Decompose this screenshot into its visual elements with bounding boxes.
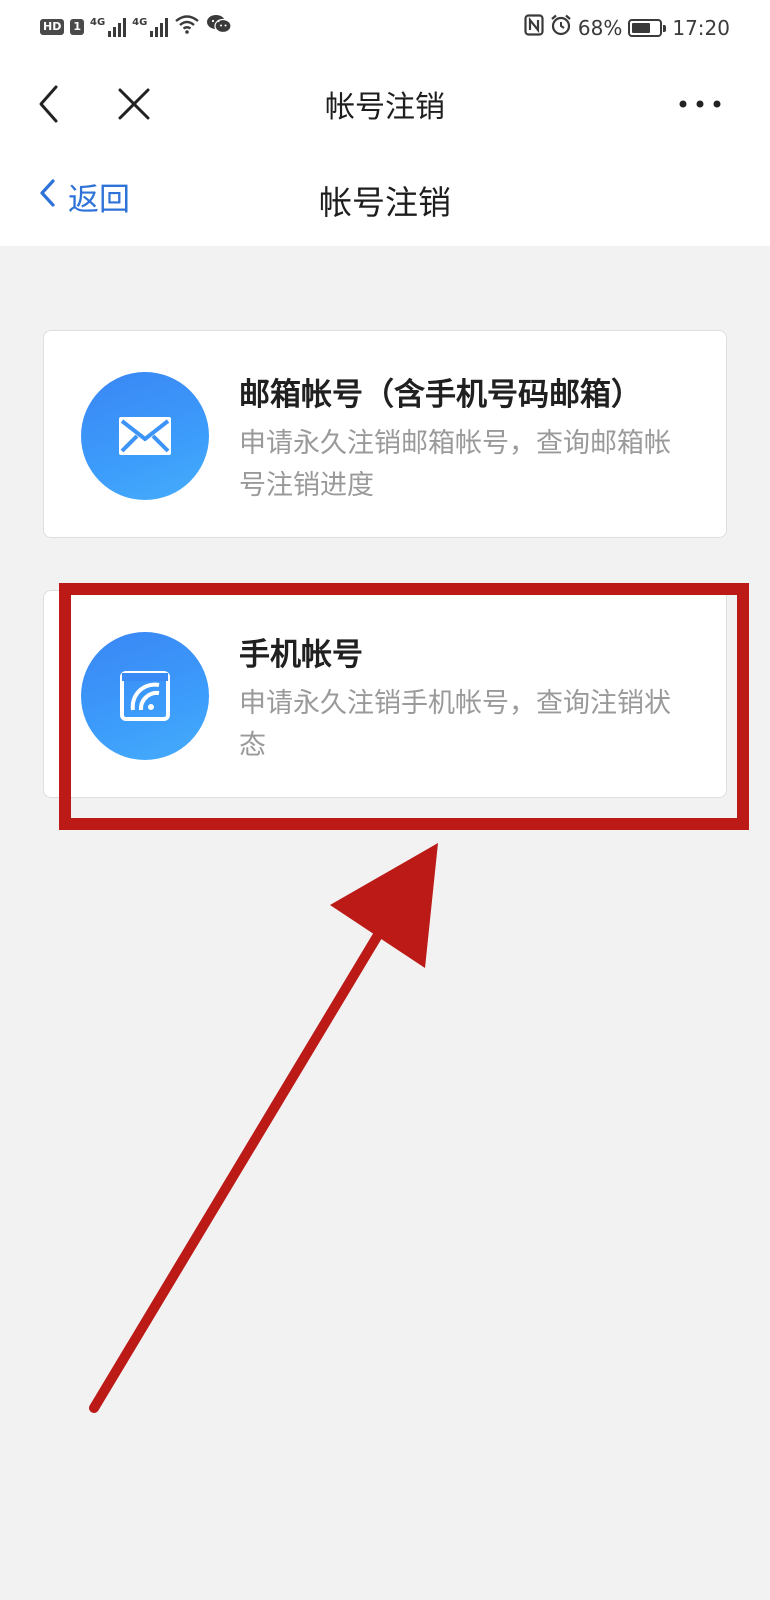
status-bar-right: 68% 17:20: [524, 14, 730, 41]
wifi-icon: [174, 14, 200, 39]
signal-4g-icon: 4G: [90, 16, 127, 37]
battery-percent: 68%: [577, 15, 623, 40]
screen: HD 1 4G 4G 68% 17:20 帐号注销 返回 帐号注销 邮箱帐号（含…: [0, 0, 770, 1600]
status-bar-left: HD 1 4G 4G: [40, 14, 232, 39]
signal-tag: 4G: [90, 16, 106, 28]
hd-icon: HD: [40, 18, 65, 35]
more-dots-icon[interactable]: [676, 80, 724, 128]
signal-4g-icon: 4G: [132, 16, 169, 37]
battery-fill: [632, 22, 651, 33]
card-title: 邮箱帐号（含手机号码邮箱）: [239, 377, 642, 413]
wechat-icon: [206, 14, 232, 39]
alarm-icon: [550, 14, 572, 41]
status-bar: HD 1 4G 4G 68% 17:20: [0, 0, 770, 58]
envelope-icon: [81, 372, 209, 500]
clock: 17:20: [672, 15, 730, 40]
card-description: 申请永久注销手机帐号，查询注销状态: [239, 688, 671, 761]
sub-header: 返回 帐号注销: [0, 150, 770, 246]
card-description: 申请永久注销邮箱帐号，查询邮箱帐号注销进度: [239, 428, 671, 501]
phone-account-card[interactable]: 手机帐号 申请永久注销手机帐号，查询注销状态: [43, 590, 727, 798]
email-account-card[interactable]: 邮箱帐号（含手机号码邮箱） 申请永久注销邮箱帐号，查询邮箱帐号注销进度: [43, 330, 727, 538]
signal-tag: 4G: [132, 16, 148, 28]
top-nav-bar: 帐号注销: [0, 58, 770, 150]
section-title: 帐号注销: [319, 183, 451, 222]
sim-icon: 1: [70, 18, 84, 35]
phone-signal-icon: [81, 632, 209, 760]
nfc-icon: [524, 14, 544, 41]
battery-icon: [628, 18, 667, 37]
card-title: 手机帐号: [239, 637, 363, 673]
page-title: 帐号注销: [325, 90, 445, 125]
